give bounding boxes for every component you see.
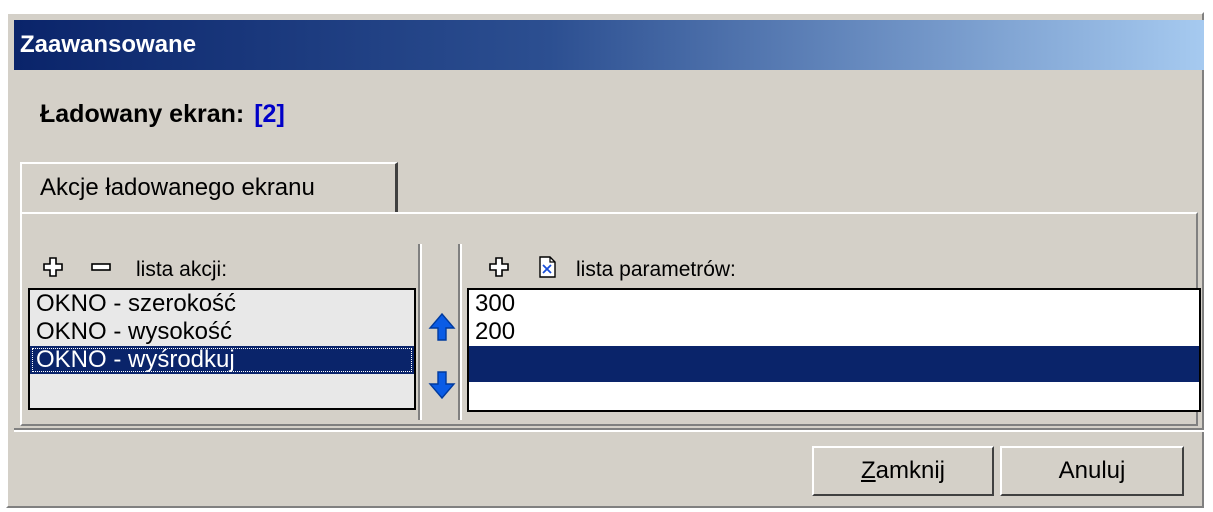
list-item[interactable]: 200 bbox=[469, 318, 1199, 346]
arrow-down-icon[interactable] bbox=[428, 370, 456, 400]
list-item[interactable]: OKNO - szerokość bbox=[30, 290, 414, 318]
footer-divider bbox=[14, 428, 1204, 432]
arrow-up-icon[interactable] bbox=[428, 312, 456, 342]
tab-screen-actions[interactable]: Akcje ładowanego ekranu bbox=[20, 162, 398, 214]
actions-list[interactable]: OKNO - szerokość OKNO - wysokość OKNO - … bbox=[28, 288, 416, 410]
cancel-button-label: Anuluj bbox=[1058, 457, 1126, 484]
add-icon[interactable] bbox=[488, 256, 510, 278]
title-bar: Zaawansowane bbox=[14, 20, 1204, 70]
list-item-selected[interactable] bbox=[469, 346, 1199, 382]
list-item[interactable]: OKNO - wysokość bbox=[30, 318, 414, 346]
close-button-label: Zamknij bbox=[860, 457, 946, 484]
remove-icon[interactable] bbox=[90, 256, 112, 278]
loaded-screen-value: [2] bbox=[254, 100, 285, 128]
loaded-screen-row: Ładowany ekran: [2] bbox=[40, 100, 285, 129]
separator bbox=[458, 244, 462, 420]
tab-label: Akcje ładowanego ekranu bbox=[40, 174, 315, 201]
separator bbox=[418, 244, 422, 420]
window-title: Zaawansowane bbox=[20, 31, 197, 58]
delete-file-icon[interactable] bbox=[536, 256, 558, 278]
close-button[interactable]: Zamknij bbox=[812, 446, 994, 496]
parameters-list[interactable]: 300 200 bbox=[467, 288, 1201, 412]
loaded-screen-label: Ładowany ekran: bbox=[40, 100, 245, 128]
list-item[interactable]: 300 bbox=[469, 290, 1199, 318]
actions-list-header: lista akcji: bbox=[136, 258, 228, 281]
parameters-list-header: lista parametrów: bbox=[576, 258, 736, 281]
add-icon[interactable] bbox=[42, 256, 64, 278]
list-item-selected[interactable]: OKNO - wyśrodkuj bbox=[30, 346, 414, 374]
cancel-button[interactable]: Anuluj bbox=[1000, 446, 1184, 496]
